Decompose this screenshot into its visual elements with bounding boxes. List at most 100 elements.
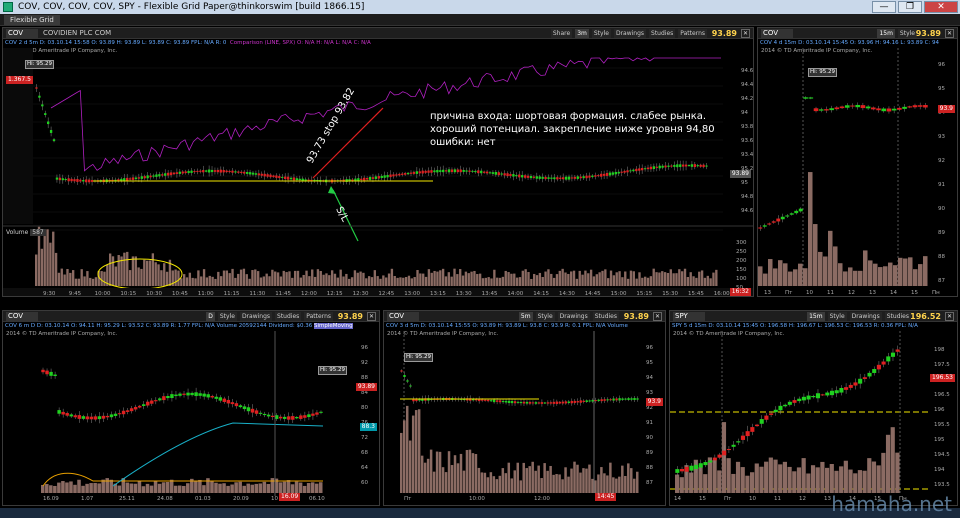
candle (49, 371, 53, 376)
volume-bar (242, 485, 246, 493)
candle (368, 176, 372, 180)
candle (248, 172, 252, 175)
bottom-left-price-chart[interactable]: 9692888480767268646016.091.0725.1124.080… (3, 311, 380, 506)
volume-bar (302, 485, 307, 493)
candle (603, 399, 606, 401)
volume-bar (424, 276, 428, 286)
bottom-mid-price-chart[interactable]: 96959493929190898887Пт10:0012:0014:30 (384, 311, 666, 506)
volume-bar (669, 269, 672, 286)
volume-bar (612, 275, 616, 286)
candle (550, 177, 553, 179)
volume-bar (464, 271, 468, 286)
candle (44, 113, 47, 116)
y-tick-label: 87 (938, 278, 945, 284)
candle (547, 177, 550, 179)
candle (579, 400, 582, 403)
x-tick-label: 9:30 (43, 291, 56, 297)
candle (667, 165, 670, 167)
volume-bar (692, 276, 695, 286)
left-axis-bg (3, 48, 33, 224)
candle (556, 177, 559, 180)
candle (783, 404, 788, 407)
maximize-button[interactable]: ❐ (898, 1, 922, 13)
x-tick-label: 11:00 (198, 291, 214, 297)
candle (722, 450, 727, 456)
y-tick-label: 94 (646, 375, 653, 381)
volume-bar (624, 271, 627, 286)
candle (559, 177, 562, 179)
x-tick-label: 10 (271, 496, 278, 502)
volume-bar (177, 270, 180, 286)
candle (785, 215, 790, 217)
main-price-chart[interactable]: 94.694.494.29493.893.693.495.29594.894.6… (3, 28, 754, 297)
volume-bar (484, 277, 487, 286)
volume-bar (299, 277, 303, 286)
candle (480, 399, 484, 401)
candle (811, 395, 816, 398)
candle (41, 104, 44, 107)
candle (636, 398, 639, 400)
volume-tick-label: 250 (736, 249, 747, 255)
volume-bar (157, 264, 160, 286)
volume-bar (633, 478, 636, 493)
volume-bar (588, 464, 591, 493)
candle (444, 170, 448, 172)
volume-bar (787, 466, 792, 493)
volume-bar (208, 275, 211, 286)
volume-bar (456, 463, 460, 493)
candle (303, 415, 307, 418)
volume-bar (137, 267, 140, 286)
candle (699, 164, 702, 167)
volume-bar (305, 270, 308, 286)
candle (576, 401, 579, 403)
annotation-line-1: причина входа: шортовая формация. слабее… (430, 111, 707, 122)
y-tick-label: 88 (938, 254, 945, 260)
tab-flexible-grid[interactable]: Flexible Grid (4, 15, 60, 25)
candle (131, 177, 135, 180)
volume-bar (282, 270, 285, 286)
hi-label: Hi: 95.29 (404, 353, 434, 362)
volume-bar (191, 277, 194, 286)
volume-bar (513, 273, 516, 286)
candle (170, 394, 174, 399)
bottom-right-price-chart[interactable]: 198197.5197196.5196195.5195194.5194193.5… (670, 311, 958, 506)
volume-bar (663, 272, 667, 286)
volume-bar (501, 468, 505, 493)
volume-bar (918, 264, 923, 286)
right-top-price-chart[interactable]: 9695949392919089888713 Пт 10 11 12 13 14 15 Пн (758, 28, 958, 297)
x-tick-label: 15:00 (611, 291, 627, 297)
candle (289, 177, 293, 180)
candle (543, 402, 547, 404)
volume-bar (493, 269, 496, 286)
candle (655, 166, 658, 168)
candle (57, 410, 61, 414)
volume-bar (85, 483, 89, 493)
volume-bar (430, 272, 433, 286)
candle (618, 398, 621, 401)
minimize-button[interactable]: — (872, 1, 896, 13)
close-button[interactable]: ✕ (924, 1, 958, 13)
candle (588, 400, 591, 402)
volume-bar (763, 273, 768, 286)
volume-label: Volume 587 (6, 229, 46, 236)
trade-annotation: причина входа: шортовая формация. слабее… (430, 110, 715, 149)
volume-bar (467, 273, 470, 286)
volume-bar (390, 268, 394, 286)
volume-bar (373, 270, 376, 286)
volume-bar (259, 277, 263, 286)
volume-bar (222, 270, 226, 286)
candle (693, 164, 696, 168)
x-tick-label: 10 (749, 496, 756, 502)
volume-bar (145, 260, 149, 286)
candle (594, 175, 597, 177)
candle (278, 176, 281, 179)
volume-bar (621, 465, 624, 493)
price-tag: 93.89 (355, 383, 377, 391)
volume-bar (679, 477, 684, 493)
candle (855, 104, 860, 108)
volume-bar (597, 474, 600, 493)
candle (216, 169, 220, 173)
candle (242, 406, 247, 410)
volume-bar (71, 270, 75, 286)
volume-bar (396, 277, 399, 286)
